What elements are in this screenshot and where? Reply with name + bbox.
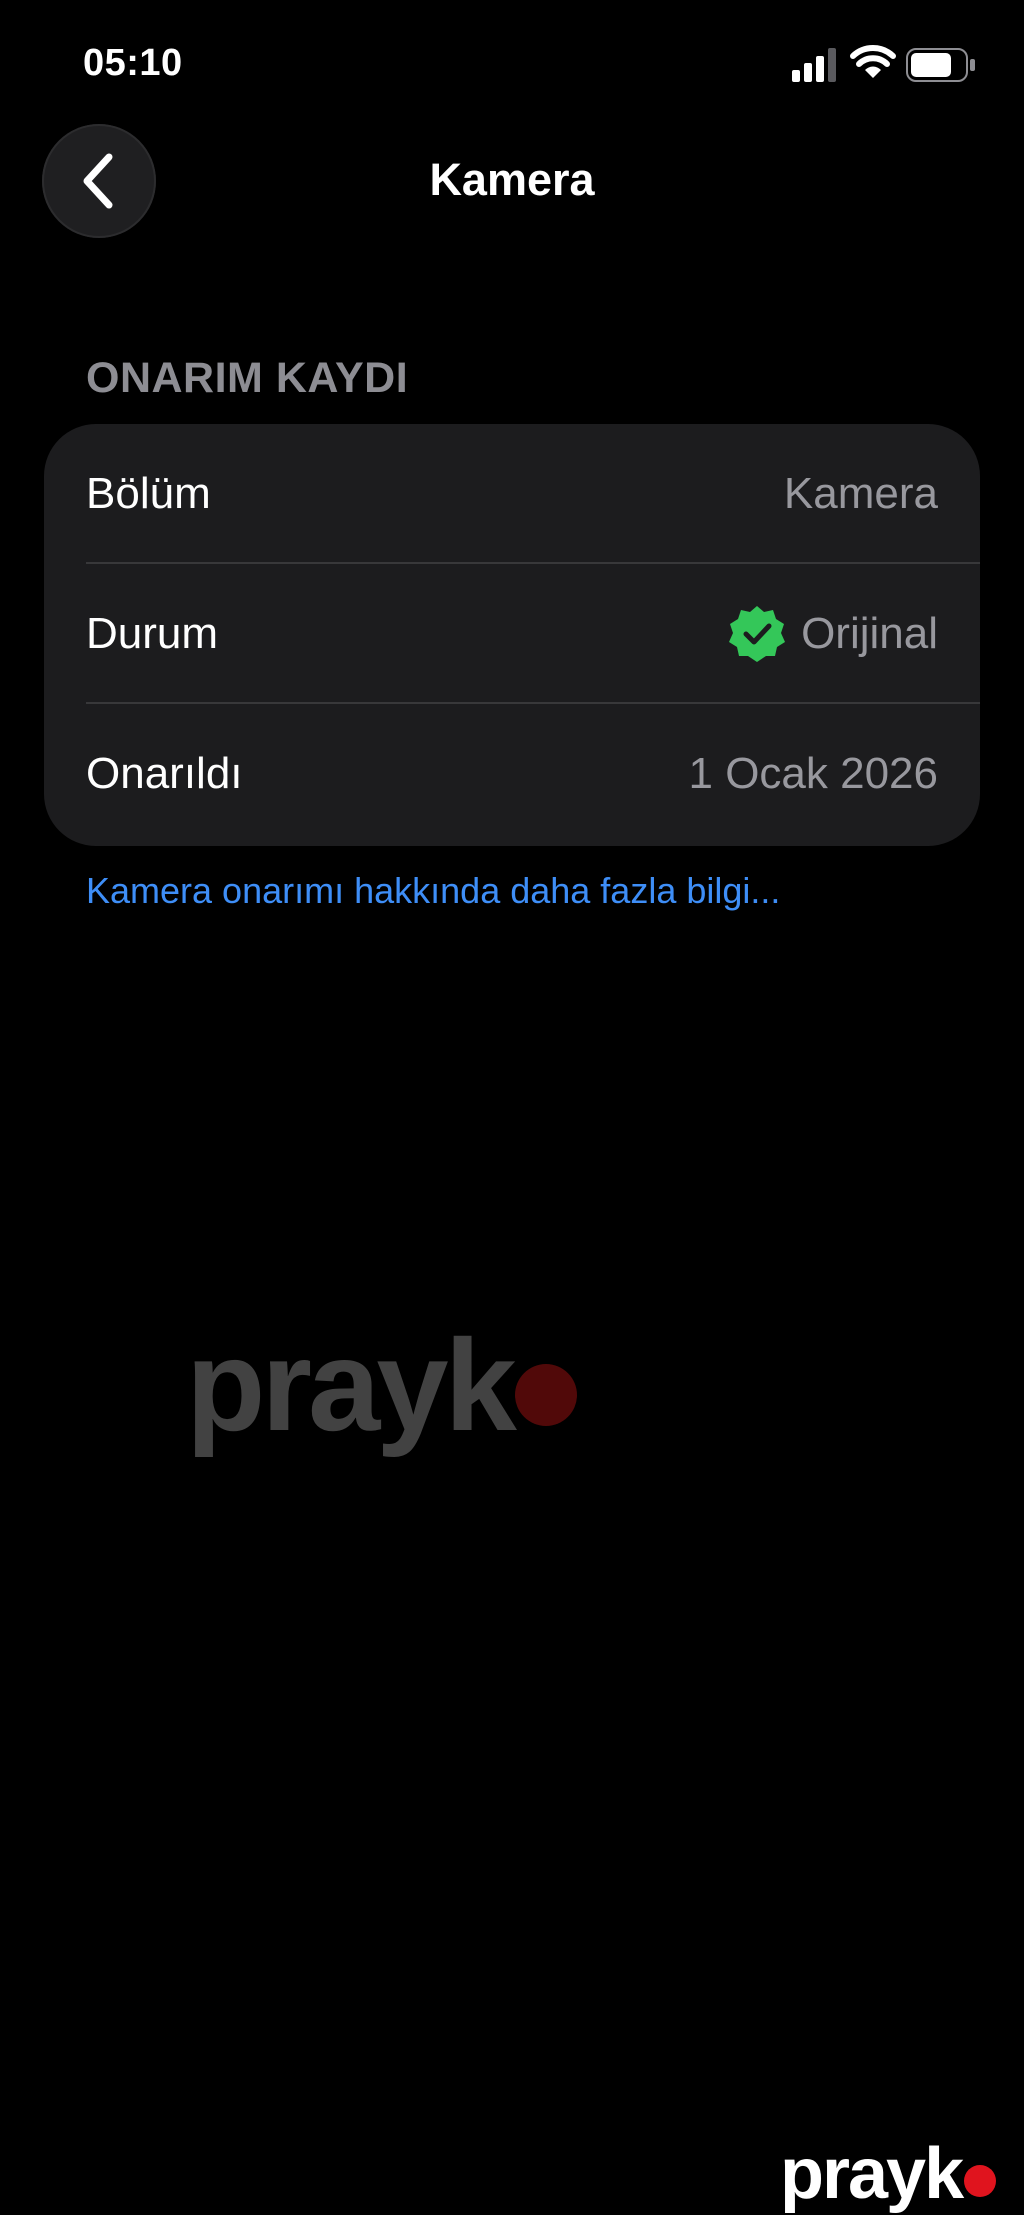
watermark-dot [514, 1364, 577, 1426]
row-label: Bölüm [86, 469, 211, 518]
row-value: 1 Ocak 2026 [688, 749, 939, 798]
wifi-icon [850, 45, 896, 78]
row-label: Onarıldı [86, 749, 243, 798]
status-value: Orijinal [727, 604, 938, 664]
row-label: Durum [86, 609, 219, 658]
battery-icon [906, 48, 975, 82]
row-value: Kamera [783, 469, 938, 518]
corner-watermark-logo: prayk [780, 2134, 997, 2214]
status-text: Orijinal [801, 609, 938, 658]
list-item-part: Bölüm Kamera [86, 424, 938, 564]
watermark-text: prayk [186, 1312, 517, 1458]
section-header: ONARIM KAYDI [86, 354, 409, 402]
list-item-repaired: Onarıldı 1 Ocak 2026 [86, 704, 938, 844]
repair-record-card: Bölüm Kamera Durum Orijinal Onarıldı 1 O… [44, 424, 980, 846]
watermark-logo: prayk [186, 1310, 577, 1460]
corner-watermark-dot [964, 2165, 997, 2197]
page-title: Kamera [429, 154, 595, 205]
corner-watermark-text: prayk [780, 2134, 964, 2214]
status-time: 05:10 [83, 42, 183, 84]
learn-more-link[interactable]: Kamera onarımı hakkında daha fazla bilgi… [86, 870, 780, 912]
cellular-signal-icon [792, 48, 836, 82]
list-item-status: Durum Orijinal [86, 564, 938, 704]
verified-check-icon [729, 606, 786, 662]
status-bar: 05:10 [0, 0, 1024, 120]
